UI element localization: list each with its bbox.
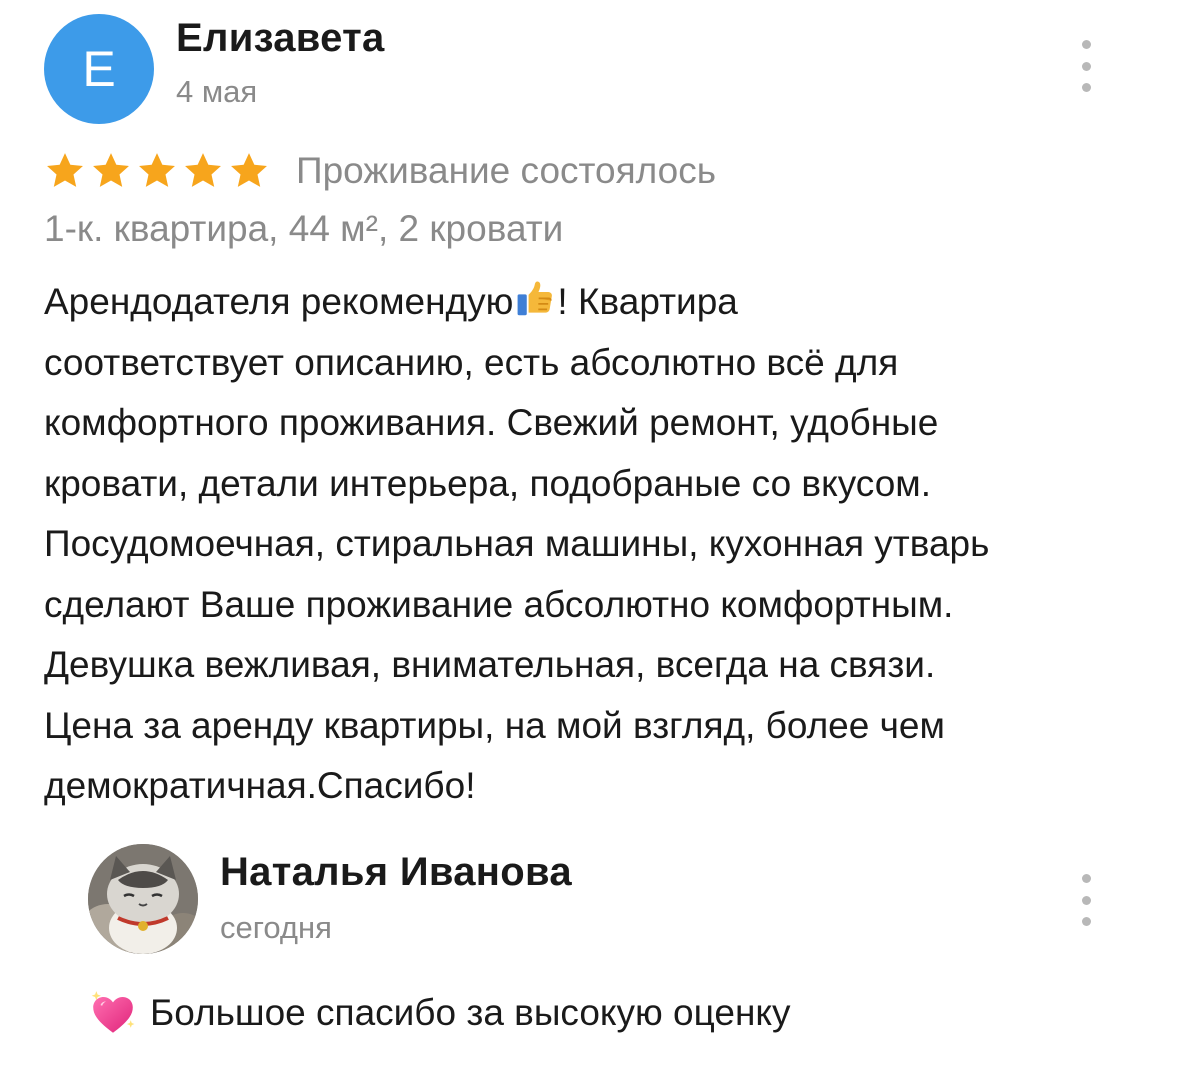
star-icon	[231, 153, 267, 187]
reply-text: Большое спасибо за высокую оценку	[150, 992, 791, 1033]
thumbs-up-icon	[517, 281, 553, 316]
author-avatar[interactable]: Е	[44, 14, 154, 124]
star-icon	[93, 153, 129, 187]
star-icon	[139, 153, 175, 187]
cat-photo-avatar	[88, 844, 198, 954]
stay-status: Проживание состоялось	[296, 150, 717, 191]
author-initial: Е	[82, 41, 116, 97]
reply-menu-icon[interactable]	[1071, 874, 1101, 926]
review-text-line: Посудомоечная, стиральная машины, кухонн…	[44, 523, 990, 564]
rating-row: Проживание состоялось	[44, 146, 716, 196]
listing-info: 1-к. квартира, 44 м², 2 кровати	[44, 208, 564, 249]
review-text-line: Цена за аренду квартиры, на мой взгляд, …	[44, 704, 945, 746]
review-date: 4 мая	[176, 74, 258, 109]
star-rating	[44, 150, 274, 192]
reply-avatar[interactable]	[88, 844, 198, 954]
review-text-line: Девушка вежливая, внимательная, всегда н…	[44, 644, 936, 685]
review-text: Арендодателя рекомендую ! Квартира соотв…	[44, 272, 1154, 817]
review-text-line: кровати, детали интерьера, подобраные со…	[44, 462, 931, 504]
review-text-line: комфортного проживания. Свежий ремонт, у…	[44, 402, 939, 443]
review-text-line: демократичная.Спасибо!	[44, 765, 476, 806]
review-text-line: сделают Ваше проживание абсолютно комфор…	[44, 583, 954, 625]
reply-author-name[interactable]: Наталья Иванова	[220, 850, 572, 895]
review-menu-icon[interactable]	[1071, 40, 1101, 92]
reply-text-row: Большое спасибо за высокую оценку	[88, 988, 791, 1038]
author-name[interactable]: Елизавета	[176, 16, 385, 61]
review-text-line: соответствует описанию, есть абсолютно в…	[44, 341, 899, 383]
review-text-line: Арендодателя рекомендую ! Квартира	[44, 272, 1154, 333]
reply-date: сегодня	[220, 910, 332, 945]
sparkling-heart-icon	[91, 991, 135, 1033]
star-icon	[47, 153, 83, 187]
star-icon	[185, 153, 221, 187]
